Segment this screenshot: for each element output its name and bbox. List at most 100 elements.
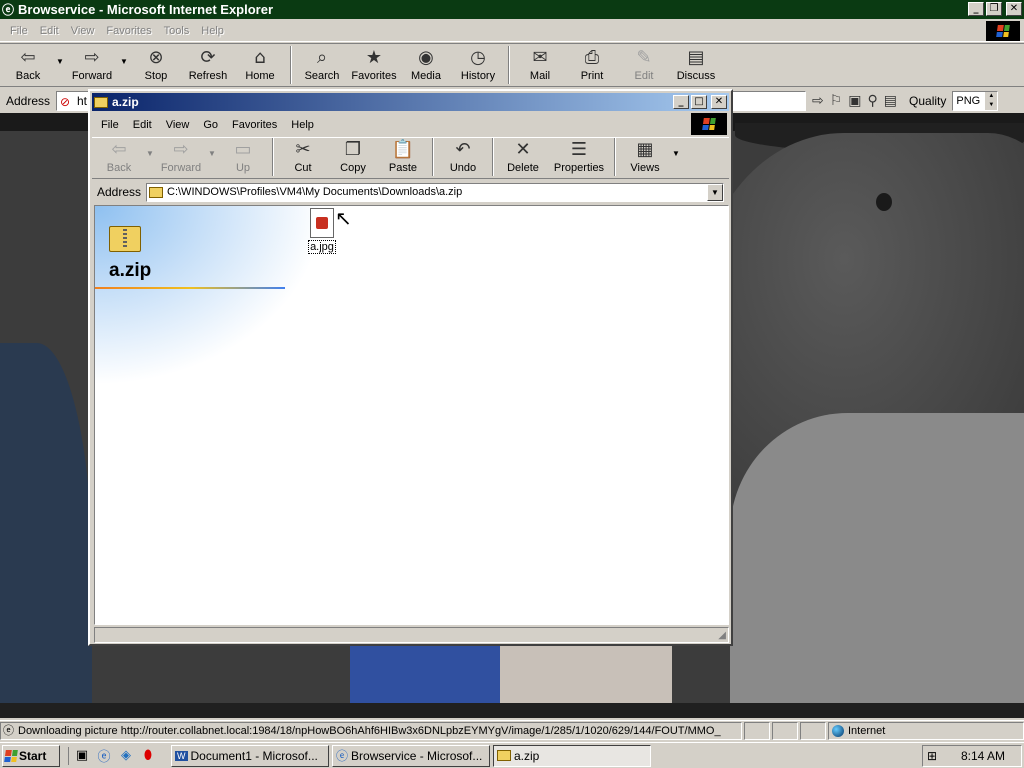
ex-menu-file[interactable]: File — [94, 119, 126, 131]
forward-arrow-icon: ⇨ — [84, 47, 100, 68]
ex-menu-favorites[interactable]: Favorites — [225, 119, 284, 131]
print-button[interactable]: ⎙ Print — [566, 44, 618, 86]
search-button[interactable]: ⌕ Search — [296, 44, 348, 86]
bookmark-icon[interactable]: ⚐ — [830, 93, 843, 109]
ex-menu-view[interactable]: View — [159, 119, 197, 131]
ex-delete-button[interactable]: ✕ Delete — [498, 136, 548, 178]
ex-back-dropdown-icon[interactable]: ▼ — [144, 149, 156, 178]
media-button[interactable]: ◉ Media — [400, 44, 452, 86]
explorer-window: a.zip _ □ ✕ File Edit View Go Favorites … — [88, 89, 733, 646]
system-tray: ⊞ 8:14 AM — [922, 745, 1022, 767]
binoculars-icon[interactable]: ⚲ — [868, 93, 878, 109]
status-cell — [800, 722, 826, 740]
task-browservice[interactable]: ⓔ Browservice - Microsof... — [332, 744, 490, 767]
task-a-zip[interactable]: a.zip — [493, 744, 651, 767]
ex-address-input[interactable]: C:\WINDOWS\Profiles\VM4\My Documents\Dow… — [146, 182, 724, 202]
ex-cut-button[interactable]: ✂ Cut — [278, 136, 328, 178]
browser-status-bar: ⓔ Downloading picture http://router.coll… — [0, 720, 1024, 741]
clipboard-icon[interactable]: ▤ — [884, 93, 897, 109]
home-button[interactable]: ⌂ Home — [234, 44, 286, 86]
menu-favorites[interactable]: Favorites — [100, 25, 157, 37]
explorer-maximize-button[interactable]: □ — [691, 95, 707, 109]
ex-forward-button[interactable]: ⇨ Forward — [156, 136, 206, 178]
ex-menu-edit[interactable]: Edit — [126, 119, 159, 131]
image-earring — [876, 193, 892, 211]
image-white-shirt — [500, 643, 672, 703]
ex-up-button[interactable]: ▭ Up — [218, 136, 268, 178]
quality-select[interactable]: PNG ▲ ▼ — [952, 91, 999, 111]
ex-back-button[interactable]: ⇦ Back — [94, 136, 144, 178]
go-arrow-icon[interactable]: ⇨ — [812, 93, 824, 109]
resize-grip-icon[interactable]: ◢ — [718, 630, 726, 641]
mouse-cursor-icon: ↖ — [335, 206, 352, 230]
ex-menu-help[interactable]: Help — [284, 119, 321, 131]
ex-menu-go[interactable]: Go — [196, 119, 225, 131]
menu-tools[interactable]: Tools — [158, 25, 196, 37]
ie-icon[interactable]: ⓔ — [95, 747, 113, 765]
explorer-minimize-button[interactable]: _ — [673, 95, 689, 109]
explorer-title: a.zip — [112, 95, 139, 109]
forward-dropdown-icon[interactable]: ▼ — [118, 57, 130, 86]
toolbar-separator — [290, 46, 292, 84]
explorer-file-view[interactable]: a.zip a.jpg ↖ — [94, 205, 729, 625]
print-icon: ⎙ — [584, 47, 600, 68]
discuss-button[interactable]: ▤ Discuss — [670, 44, 722, 86]
globe-icon — [832, 725, 844, 737]
task-document1[interactable]: W Document1 - Microsof... — [171, 744, 329, 767]
edit-button[interactable]: ✎ Edit — [618, 44, 670, 86]
browservice-url-field[interactable] — [732, 91, 806, 111]
find-icon[interactable]: ▣ — [848, 93, 861, 109]
ex-views-dropdown-icon[interactable]: ▼ — [670, 149, 682, 178]
start-button[interactable]: Start — [2, 744, 60, 767]
browser-title-bar: ⓔ Browservice - Microsoft Internet Explo… — [0, 0, 1024, 19]
clock[interactable]: 8:14 AM — [961, 749, 1005, 763]
quick-launch: ▣ ⓔ ◈ ⬮ — [68, 746, 157, 765]
quality-spinner[interactable]: ▲ ▼ — [985, 92, 998, 110]
forward-arrow-icon: ⇨ — [173, 139, 189, 160]
media-icon: ◉ — [418, 47, 434, 68]
mail-button[interactable]: ✉ Mail — [514, 44, 566, 86]
channels-icon[interactable]: ◈ — [117, 747, 135, 765]
network-icon[interactable]: ⊞ — [927, 749, 937, 763]
menu-help[interactable]: Help — [195, 25, 230, 37]
ex-paste-button[interactable]: 📋 Paste — [378, 136, 428, 178]
show-desktop-icon[interactable]: ▣ — [73, 747, 91, 765]
back-button[interactable]: ⇦ Back — [2, 44, 54, 86]
explorer-close-button[interactable]: ✕ — [711, 95, 727, 109]
windows-logo-icon — [986, 20, 1020, 41]
favorites-button[interactable]: ★ Favorites — [348, 44, 400, 86]
menu-edit[interactable]: Edit — [34, 25, 65, 37]
opera-icon[interactable]: ⬮ — [139, 747, 157, 765]
address-input[interactable]: ⊘ ht — [56, 91, 92, 111]
menu-view[interactable]: View — [65, 25, 101, 37]
stop-button[interactable]: ⊗ Stop — [130, 44, 182, 86]
close-button[interactable]: ✕ — [1006, 2, 1022, 16]
address-label: Address — [6, 94, 51, 108]
explorer-title-bar: a.zip _ □ ✕ — [92, 93, 729, 111]
restore-button[interactable]: ❐ — [986, 2, 1002, 16]
ex-properties-button[interactable]: ☰ Properties — [548, 136, 610, 178]
back-arrow-icon: ⇦ — [20, 47, 36, 68]
ex-forward-dropdown-icon[interactable]: ▼ — [206, 149, 218, 178]
status-cell — [744, 722, 770, 740]
explorer-status-bar: ◢ — [94, 627, 729, 643]
history-button[interactable]: ◷ History — [452, 44, 504, 86]
image-left-figure — [0, 343, 92, 718]
browser-title: Browservice - Microsoft Internet Explore… — [18, 2, 274, 17]
explorer-menu-bar: File Edit View Go Favorites Help — [94, 115, 321, 135]
ex-undo-button[interactable]: ↶ Undo — [438, 136, 488, 178]
ex-address-dropdown-icon[interactable]: ▼ — [707, 183, 723, 201]
menu-file[interactable]: File — [4, 25, 34, 37]
minimize-button[interactable]: _ — [968, 2, 984, 16]
back-dropdown-icon[interactable]: ▼ — [54, 57, 66, 86]
quality-label: Quality — [909, 94, 947, 108]
forward-button[interactable]: ⇨ Forward — [66, 44, 118, 86]
status-cell — [772, 722, 798, 740]
image-bottom-strip — [0, 703, 1024, 718]
toolbar-separator — [272, 138, 274, 176]
ex-copy-button[interactable]: ❐ Copy — [328, 136, 378, 178]
ex-views-button[interactable]: ▦ Views — [620, 136, 670, 178]
toolbar-separator — [614, 138, 616, 176]
file-item-a-jpg[interactable]: a.jpg — [305, 208, 339, 254]
refresh-button[interactable]: ⟳ Refresh — [182, 44, 234, 86]
